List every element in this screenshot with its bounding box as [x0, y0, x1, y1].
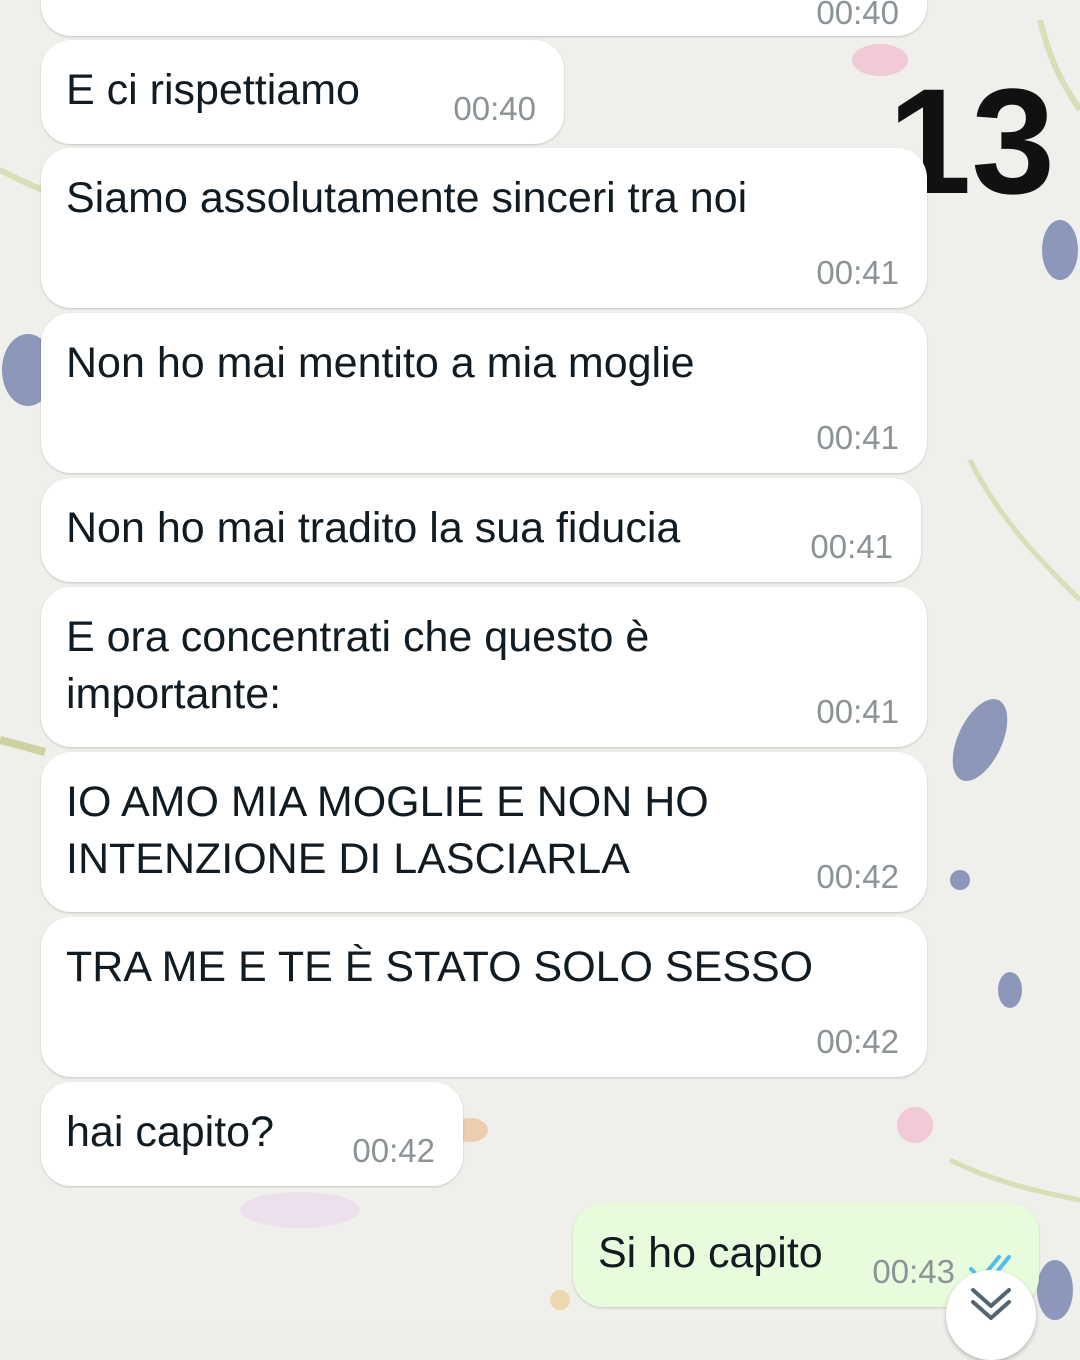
- message-bubble[interactable]: E ora concentrati che questo è important…: [41, 587, 927, 747]
- message-time: 00:40: [816, 0, 899, 31]
- message-time: 00:43: [872, 1253, 955, 1290]
- message-time: 00:41: [816, 254, 899, 291]
- message-time: 00:41: [816, 693, 899, 730]
- message-time: 00:41: [810, 528, 893, 565]
- message-text: Non ho mai mentito a mia moglie: [66, 339, 695, 387]
- chevron-double-down-icon: [971, 1288, 1011, 1320]
- message-time: 00:41: [816, 419, 899, 456]
- message-time: 00:40: [453, 90, 536, 127]
- message-text: TRA ME E TE È STATO SOLO SESSO: [66, 943, 814, 991]
- message-bubble[interactable]: IO AMO MIA MOGLIE E NON HO INTENZIONE DI…: [41, 752, 927, 912]
- message-bubble[interactable]: TRA ME E TE È STATO SOLO SESSO 00:42: [41, 917, 927, 1077]
- message-bubble[interactable]: Non ho mai tradito la sua fiducia 00:41: [41, 478, 921, 582]
- message-text: Non ho mai tradito la sua fiducia: [66, 504, 681, 552]
- message-text: Siamo assolutamente sinceri tra noi: [66, 174, 748, 222]
- message-bubble[interactable]: E ci rispettiamo 00:40: [41, 40, 564, 144]
- message-time: 00:42: [816, 858, 899, 895]
- scroll-to-bottom-button[interactable]: [946, 1270, 1036, 1360]
- message-bubble[interactable]: 00:40: [41, 0, 927, 36]
- message-time: 00:42: [816, 1023, 899, 1060]
- message-bubble[interactable]: hai capito? 00:42: [41, 1082, 463, 1186]
- message-text: IO AMO MIA MOGLIE E NON HO INTENZIONE DI…: [66, 778, 709, 883]
- message-bubble[interactable]: Non ho mai mentito a mia moglie 00:41: [41, 313, 927, 473]
- message-text: E ora concentrati che questo è important…: [66, 613, 650, 718]
- message-bubble[interactable]: Siamo assolutamente sinceri tra noi 00:4…: [41, 148, 927, 308]
- message-time: 00:42: [352, 1132, 435, 1169]
